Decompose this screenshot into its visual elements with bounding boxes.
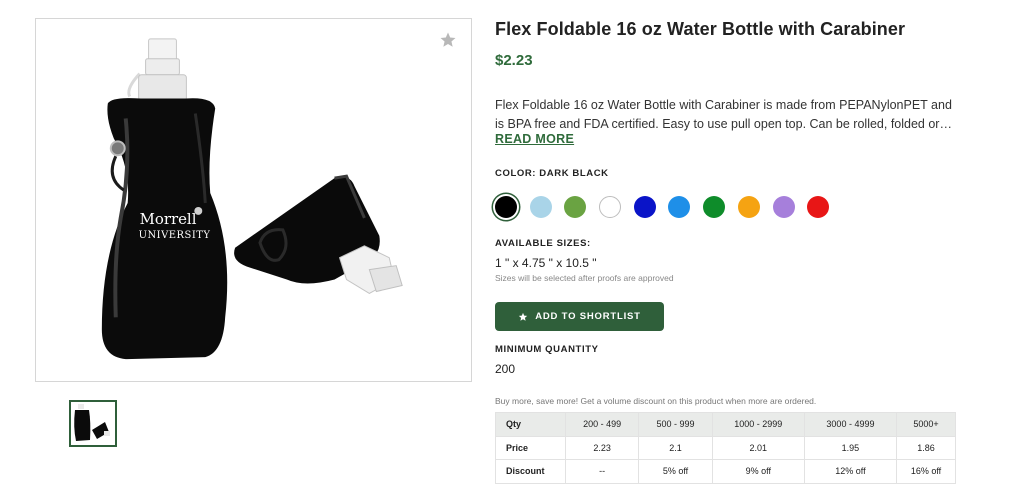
swatch-purple[interactable]: [772, 196, 795, 218]
swatch-light-blue[interactable]: [529, 196, 552, 218]
swatch-blue[interactable]: [668, 196, 691, 218]
swatch-green[interactable]: [703, 196, 726, 218]
star-icon[interactable]: [439, 31, 457, 49]
minimum-quantity-value: 200: [495, 362, 516, 376]
swatch-navy-blue[interactable]: [633, 196, 656, 218]
product-title: Flex Foldable 16 oz Water Bottle with Ca…: [495, 19, 906, 39]
table-cell: 5% off: [638, 459, 713, 484]
sizes-label: AVAILABLE SIZES:: [495, 238, 591, 249]
table-row: Discount -- 5% off 9% off 12% off 16% of…: [495, 459, 956, 484]
table-cell: 12% off: [803, 459, 898, 484]
product-price: $2.23: [495, 52, 533, 69]
swatch-white[interactable]: [599, 196, 622, 218]
swatch-red[interactable]: [807, 196, 830, 218]
star-icon: [519, 312, 528, 321]
add-to-shortlist-label: ADD TO SHORTLIST: [535, 311, 641, 322]
table-cell: 9% off: [711, 459, 805, 484]
main-product-image: Morrell UNIVERSITY: [35, 18, 472, 382]
table-header-cell: 3000 - 4999: [803, 412, 898, 437]
table-cell: 2.23: [564, 435, 640, 460]
size-note: Sizes will be selected after proofs are …: [495, 273, 674, 283]
table-header-cell: Qty: [495, 412, 566, 437]
price-table: Qty 200 - 499 500 - 999 1000 - 2999 3000…: [495, 412, 956, 484]
imprint-line-1: Morrell: [140, 210, 197, 228]
table-row: Price 2.23 2.1 2.01 1.95 1.86: [495, 435, 956, 460]
bottle-standing: Morrell UNIVERSITY: [101, 38, 228, 360]
thumbnail-image: [74, 404, 110, 441]
add-to-shortlist-button[interactable]: ADD TO SHORTLIST: [495, 302, 664, 331]
table-cell: 16% off: [896, 459, 956, 484]
product-thumbnail[interactable]: [69, 400, 117, 447]
size-value: 1 " x 4.75 " x 10.5 ": [495, 256, 597, 270]
table-header-cell: 500 - 999: [638, 412, 713, 437]
imprint-line-2: UNIVERSITY: [139, 230, 211, 241]
minimum-quantity-label: MINIMUM QUANTITY: [495, 344, 599, 355]
table-cell: --: [564, 459, 640, 484]
table-header-cell: 1000 - 2999: [711, 412, 805, 437]
table-cell: 2.1: [638, 435, 713, 460]
product-photo: Morrell UNIVERSITY: [101, 38, 403, 360]
table-header-row: Qty 200 - 499 500 - 999 1000 - 2999 3000…: [495, 412, 956, 437]
table-cell: Price: [495, 435, 566, 460]
table-cell: 1.95: [803, 435, 898, 460]
product-description: Flex Foldable 16 oz Water Bottle with Ca…: [495, 98, 952, 131]
color-swatches: [495, 196, 842, 218]
table-header-cell: 5000+: [896, 412, 956, 437]
color-label: COLOR: DARK BLACK: [495, 168, 609, 179]
table-cell: Discount: [495, 459, 566, 484]
swatch-orange[interactable]: [737, 196, 760, 218]
table-cell: 2.01: [711, 435, 805, 460]
volume-discount-note: Buy more, save more! Get a volume discou…: [495, 396, 817, 406]
table-header-cell: 200 - 499: [564, 412, 640, 437]
bottle-folded: [234, 174, 403, 295]
swatch-lime-green[interactable]: [564, 196, 587, 218]
read-more-link[interactable]: READ MORE: [495, 132, 574, 146]
table-cell: 1.86: [896, 435, 956, 460]
swatch-dark-black[interactable]: [495, 196, 517, 218]
